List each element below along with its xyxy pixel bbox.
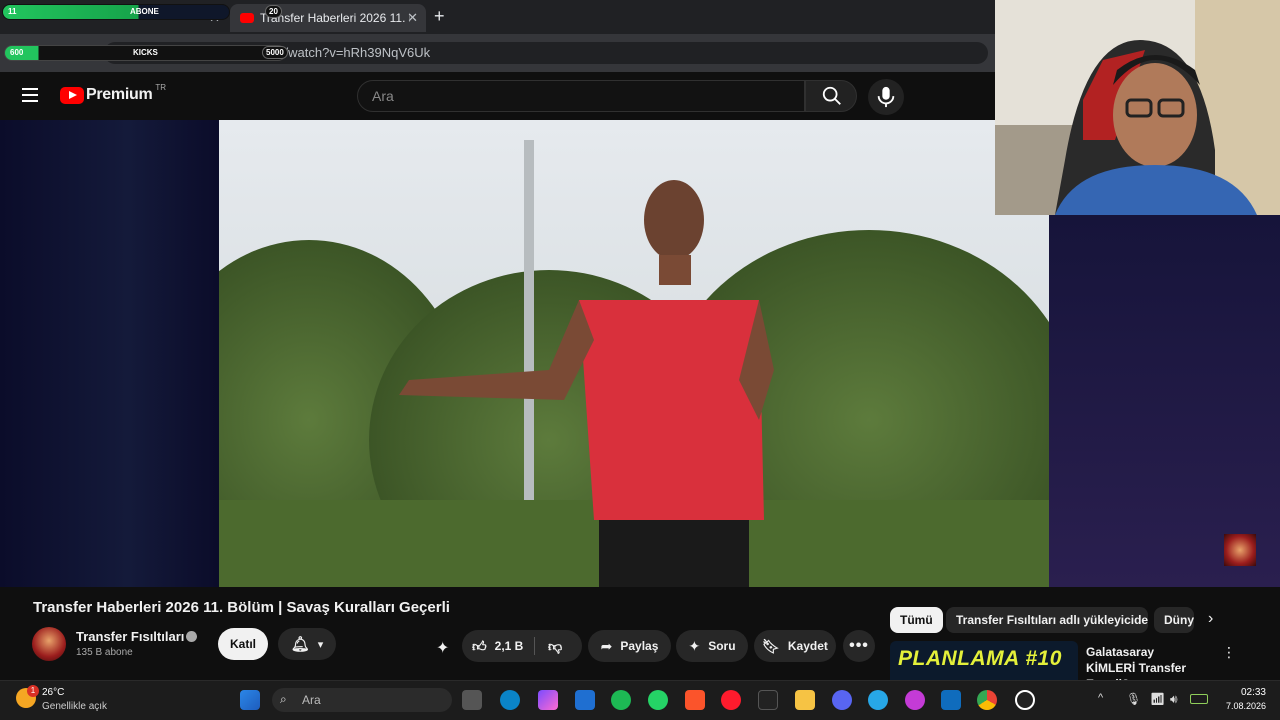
save-label: Kaydet: [787, 639, 828, 653]
share-label: Paylaş: [620, 639, 659, 653]
video-player[interactable]: [219, 120, 1049, 587]
overlay-sub-label: ABONE: [130, 7, 159, 16]
more-vertical-icon[interactable]: ⋮: [1222, 644, 1236, 661]
webcam-overlay: [995, 0, 1280, 215]
video-frame: [219, 120, 1049, 587]
webcam-frame: [995, 0, 1280, 215]
ask-button[interactable]: ✦ Soru: [676, 630, 748, 662]
chevron-right-icon[interactable]: ›: [1208, 610, 1213, 628]
youtube-logo[interactable]: Premium TR: [60, 82, 167, 104]
youtube-play-icon: [60, 86, 84, 104]
opera-gx-icon[interactable]: [905, 690, 925, 710]
file-explorer-icon[interactable]: [795, 690, 815, 710]
like-dislike-group: 👍︎ 2,1 B 👎︎: [462, 630, 582, 662]
channel-avatar[interactable]: [32, 627, 66, 661]
close-tab-icon[interactable]: ✕: [407, 10, 418, 26]
whatsapp-icon[interactable]: [648, 690, 668, 710]
player-side-panel: [1049, 215, 1280, 587]
subscriber-goal-bar: 11 ABONE 20: [2, 4, 282, 20]
app-icon[interactable]: [575, 690, 595, 710]
wifi-icon[interactable]: 📶︎: [1150, 692, 1165, 706]
thumbnail-text: PLANLAMA #10: [898, 647, 1062, 670]
logo-text: Premium: [86, 86, 153, 103]
overlay-count: 11: [8, 7, 17, 16]
dislike-icon[interactable]: 👎︎: [548, 638, 562, 655]
overlay-kick-label: KICKS: [133, 48, 158, 57]
recommended-thumbnail[interactable]: PLANLAMA #10: [890, 641, 1078, 681]
mic-tray-icon[interactable]: 🎙︎: [1126, 692, 1141, 706]
spotify-icon[interactable]: [611, 690, 631, 710]
tab-title: Transfer Haberleri 2026 11. Bölü: [260, 11, 410, 25]
voice-search-button[interactable]: [868, 79, 904, 115]
windows-taskbar: [0, 680, 1280, 720]
task-view-icon[interactable]: [462, 690, 482, 710]
weather-status[interactable]: Genellikle açık: [42, 701, 107, 712]
search-icon: [822, 86, 841, 105]
channel-name[interactable]: Transfer Fısıltıları: [76, 629, 184, 644]
region-code: TR: [155, 82, 167, 92]
chevron-up-icon[interactable]: ^: [1098, 692, 1103, 704]
browser-tab-active[interactable]: Transfer Haberleri 2026 11. Bölü ✕: [230, 4, 426, 32]
volume-icon[interactable]: 🔊︎: [1170, 692, 1178, 707]
windows-start-icon[interactable]: [240, 690, 260, 710]
overlay-sub-goal: 20: [265, 5, 282, 18]
chip-world[interactable]: Düny: [1154, 607, 1194, 633]
join-button[interactable]: Katıl: [218, 628, 268, 660]
discord-icon[interactable]: [832, 690, 852, 710]
youtube-favicon-icon: [240, 13, 254, 23]
weather-temp[interactable]: 26°C: [42, 687, 64, 698]
copilot-icon[interactable]: [538, 690, 558, 710]
share-button[interactable]: ➦ Paylaş: [588, 630, 671, 662]
clock-date[interactable]: 7.08.2026: [1212, 701, 1266, 711]
save-button[interactable]: 🔖︎ Kaydet: [754, 630, 836, 662]
like-count[interactable]: 2,1 B: [495, 639, 524, 653]
sparkle-icon: ✦: [688, 637, 701, 654]
overlay-kick-goal: 5000: [262, 46, 288, 59]
like-divider: [534, 637, 535, 655]
overlay-kick-current: 600: [10, 48, 24, 57]
new-tab-icon[interactable]: +: [434, 6, 445, 27]
verified-icon: [186, 631, 197, 642]
search-icon: ⌕: [280, 692, 287, 706]
telegram-icon[interactable]: [868, 690, 888, 710]
chrome-icon[interactable]: [977, 690, 997, 710]
kick-goal-bar: 600 KICKS 5000: [4, 45, 288, 61]
ask-label: Soru: [708, 639, 736, 653]
search-input[interactable]: Ara: [357, 80, 805, 112]
game-icon[interactable]: [758, 690, 778, 710]
search-button[interactable]: [805, 80, 857, 112]
bookmark-icon: 🔖︎: [762, 637, 780, 654]
edge-icon[interactable]: [500, 690, 520, 710]
obs-icon[interactable]: [1015, 690, 1035, 710]
channel-watermark[interactable]: [1224, 534, 1256, 566]
chevron-down-icon: ▾: [317, 638, 324, 651]
battery-icon[interactable]: [1190, 694, 1208, 704]
mic-icon: [877, 86, 895, 108]
like-icon[interactable]: 👍︎: [472, 638, 487, 655]
chip-all[interactable]: Tümü: [890, 607, 943, 633]
chip-from-uploader[interactable]: Transfer Fısıltıları adlı yükleyiciden: [946, 607, 1148, 633]
notification-bell-button[interactable]: 🔔︎ ▾: [278, 628, 336, 660]
outlook-icon[interactable]: [941, 690, 961, 710]
sparkle-sticker-icon[interactable]: ✦: [436, 638, 449, 658]
bell-icon: 🔔︎: [290, 636, 310, 653]
opera-icon[interactable]: [721, 690, 741, 710]
menu-icon[interactable]: [22, 88, 38, 102]
brave-icon[interactable]: [685, 690, 705, 710]
taskbar-search[interactable]: Ara: [272, 688, 452, 712]
more-actions-button[interactable]: •••: [843, 630, 875, 662]
clock-time[interactable]: 02:33: [1222, 687, 1266, 698]
more-horizontal-icon: •••: [849, 637, 869, 654]
video-title: Transfer Haberleri 2026 11. Bölüm | Sava…: [33, 599, 450, 616]
notification-badge: 1: [27, 685, 39, 697]
share-icon: ➦: [600, 637, 613, 654]
subscriber-count: 135 B abone: [76, 647, 133, 658]
